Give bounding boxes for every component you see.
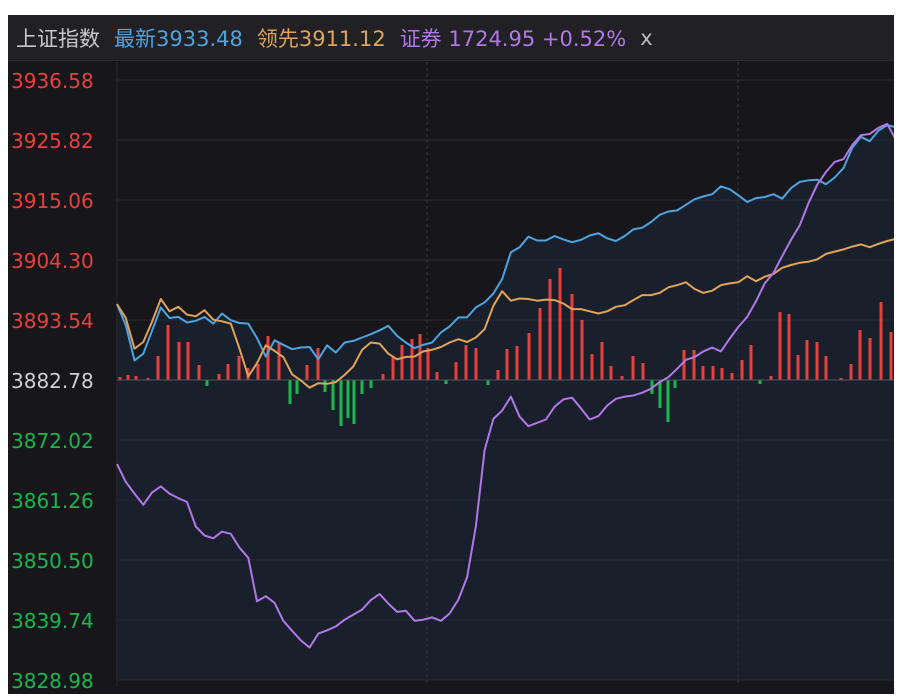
y-tick-label: 3839.74: [11, 609, 94, 633]
volume-bar: [464, 345, 468, 380]
volume-bar: [369, 380, 373, 388]
volume-bar: [277, 343, 281, 380]
volume-bar: [339, 380, 343, 426]
volume-bar: [558, 268, 562, 380]
volume-bar: [858, 330, 862, 380]
volume-bar: [400, 345, 404, 380]
volume-bar: [796, 355, 800, 380]
volume-bar: [186, 342, 190, 380]
volume-bar: [658, 380, 662, 408]
volume-bar: [787, 314, 791, 380]
y-tick-label: 3936.58: [11, 69, 94, 93]
volume-bar: [666, 380, 670, 422]
volume-bar: [197, 365, 201, 380]
volume-bar: [692, 350, 696, 380]
volume-bar: [486, 380, 490, 385]
leading-value-label: 领先3911.12: [256, 26, 386, 51]
volume-bar: [381, 374, 385, 380]
volume-bar: [515, 346, 519, 380]
volume-bar: [778, 312, 782, 380]
volume-bar: [805, 340, 809, 380]
volume-bar: [711, 366, 715, 380]
volume-bar: [346, 380, 350, 418]
y-tick-label: 3925.82: [11, 129, 94, 153]
volume-bar: [474, 348, 478, 380]
volume-bar: [288, 380, 292, 404]
sector-value-label: 证券 1724.95 +0.52%: [399, 26, 627, 51]
index-name-label: 上证指数: [16, 26, 100, 51]
y-tick-label: 3850.50: [11, 549, 94, 573]
volume-bar: [673, 380, 677, 388]
volume-bar: [391, 356, 395, 380]
y-tick-label: 3872.02: [11, 429, 94, 453]
volume-bar: [631, 356, 635, 380]
volume-bar: [620, 376, 624, 380]
volume-bar: [454, 362, 458, 380]
volume-bar: [889, 332, 893, 380]
volume-bar: [266, 336, 270, 380]
volume-bar: [527, 333, 531, 380]
y-tick-label: 3828.98: [11, 669, 94, 693]
y-tick-label: 3893.54: [11, 309, 94, 333]
volume-bar: [538, 308, 542, 380]
volume-bar: [720, 368, 724, 380]
volume-bar: [758, 380, 762, 384]
y-tick-label: 3861.26: [11, 489, 94, 513]
chart-frame: 上证指数 最新3933.48 领先3911.12 证券 1724.95 +0.5…: [8, 15, 894, 694]
volume-bar: [426, 348, 430, 380]
y-tick-label: 3904.30: [11, 249, 94, 273]
volume-bar: [849, 364, 853, 380]
volume-bar: [701, 366, 705, 380]
volume-bar: [749, 345, 753, 380]
volume-bar: [868, 338, 872, 380]
close-icon[interactable]: x: [640, 26, 652, 50]
volume-bar: [352, 380, 356, 424]
volume-bar: [418, 334, 422, 380]
volume-bar: [305, 365, 309, 380]
volume-bar: [295, 380, 299, 394]
volume-bar: [360, 380, 364, 394]
volume-bar: [435, 372, 439, 380]
y-tick-label: 3915.06: [11, 189, 94, 213]
chart-header: 上证指数 最新3933.48 领先3911.12 证券 1724.95 +0.5…: [8, 15, 894, 61]
latest-area-fill: [117, 125, 894, 680]
volume-bar: [609, 366, 613, 380]
volume-bar: [590, 354, 594, 380]
intraday-chart[interactable]: 3936.58 3925.82 3915.06 3904.30 3893.54 3882.…: [8, 62, 894, 694]
volume-bar: [217, 374, 221, 380]
volume-bar: [580, 320, 584, 380]
volume-bar: [824, 356, 828, 380]
volume-bar: [730, 373, 734, 380]
latest-value-label: 最新3933.48: [114, 26, 243, 51]
volume-bar: [641, 363, 645, 380]
volume-bar: [600, 342, 604, 380]
volume-bar: [505, 349, 509, 380]
volume-bar: [570, 294, 574, 380]
volume-bar: [156, 356, 160, 380]
volume-bar: [444, 380, 448, 384]
volume-bar: [879, 302, 883, 380]
volume-bar: [126, 375, 130, 380]
volume-bar: [682, 350, 686, 380]
volume-bar: [205, 380, 209, 386]
y-tick-label: 3882.78: [11, 369, 94, 393]
volume-bar: [769, 376, 773, 380]
volume-bar: [740, 360, 744, 380]
volume-bar: [331, 380, 335, 410]
volume-bar: [496, 370, 500, 380]
volume-bar: [316, 348, 320, 380]
volume-bar: [548, 279, 552, 380]
volume-bar: [134, 376, 138, 380]
volume-bar: [226, 364, 230, 380]
volume-bar: [323, 380, 327, 392]
volume-bar: [166, 325, 170, 380]
volume-bar: [256, 364, 260, 380]
volume-bar: [237, 356, 241, 380]
volume-bar: [815, 342, 819, 380]
volume-bar: [177, 342, 181, 380]
